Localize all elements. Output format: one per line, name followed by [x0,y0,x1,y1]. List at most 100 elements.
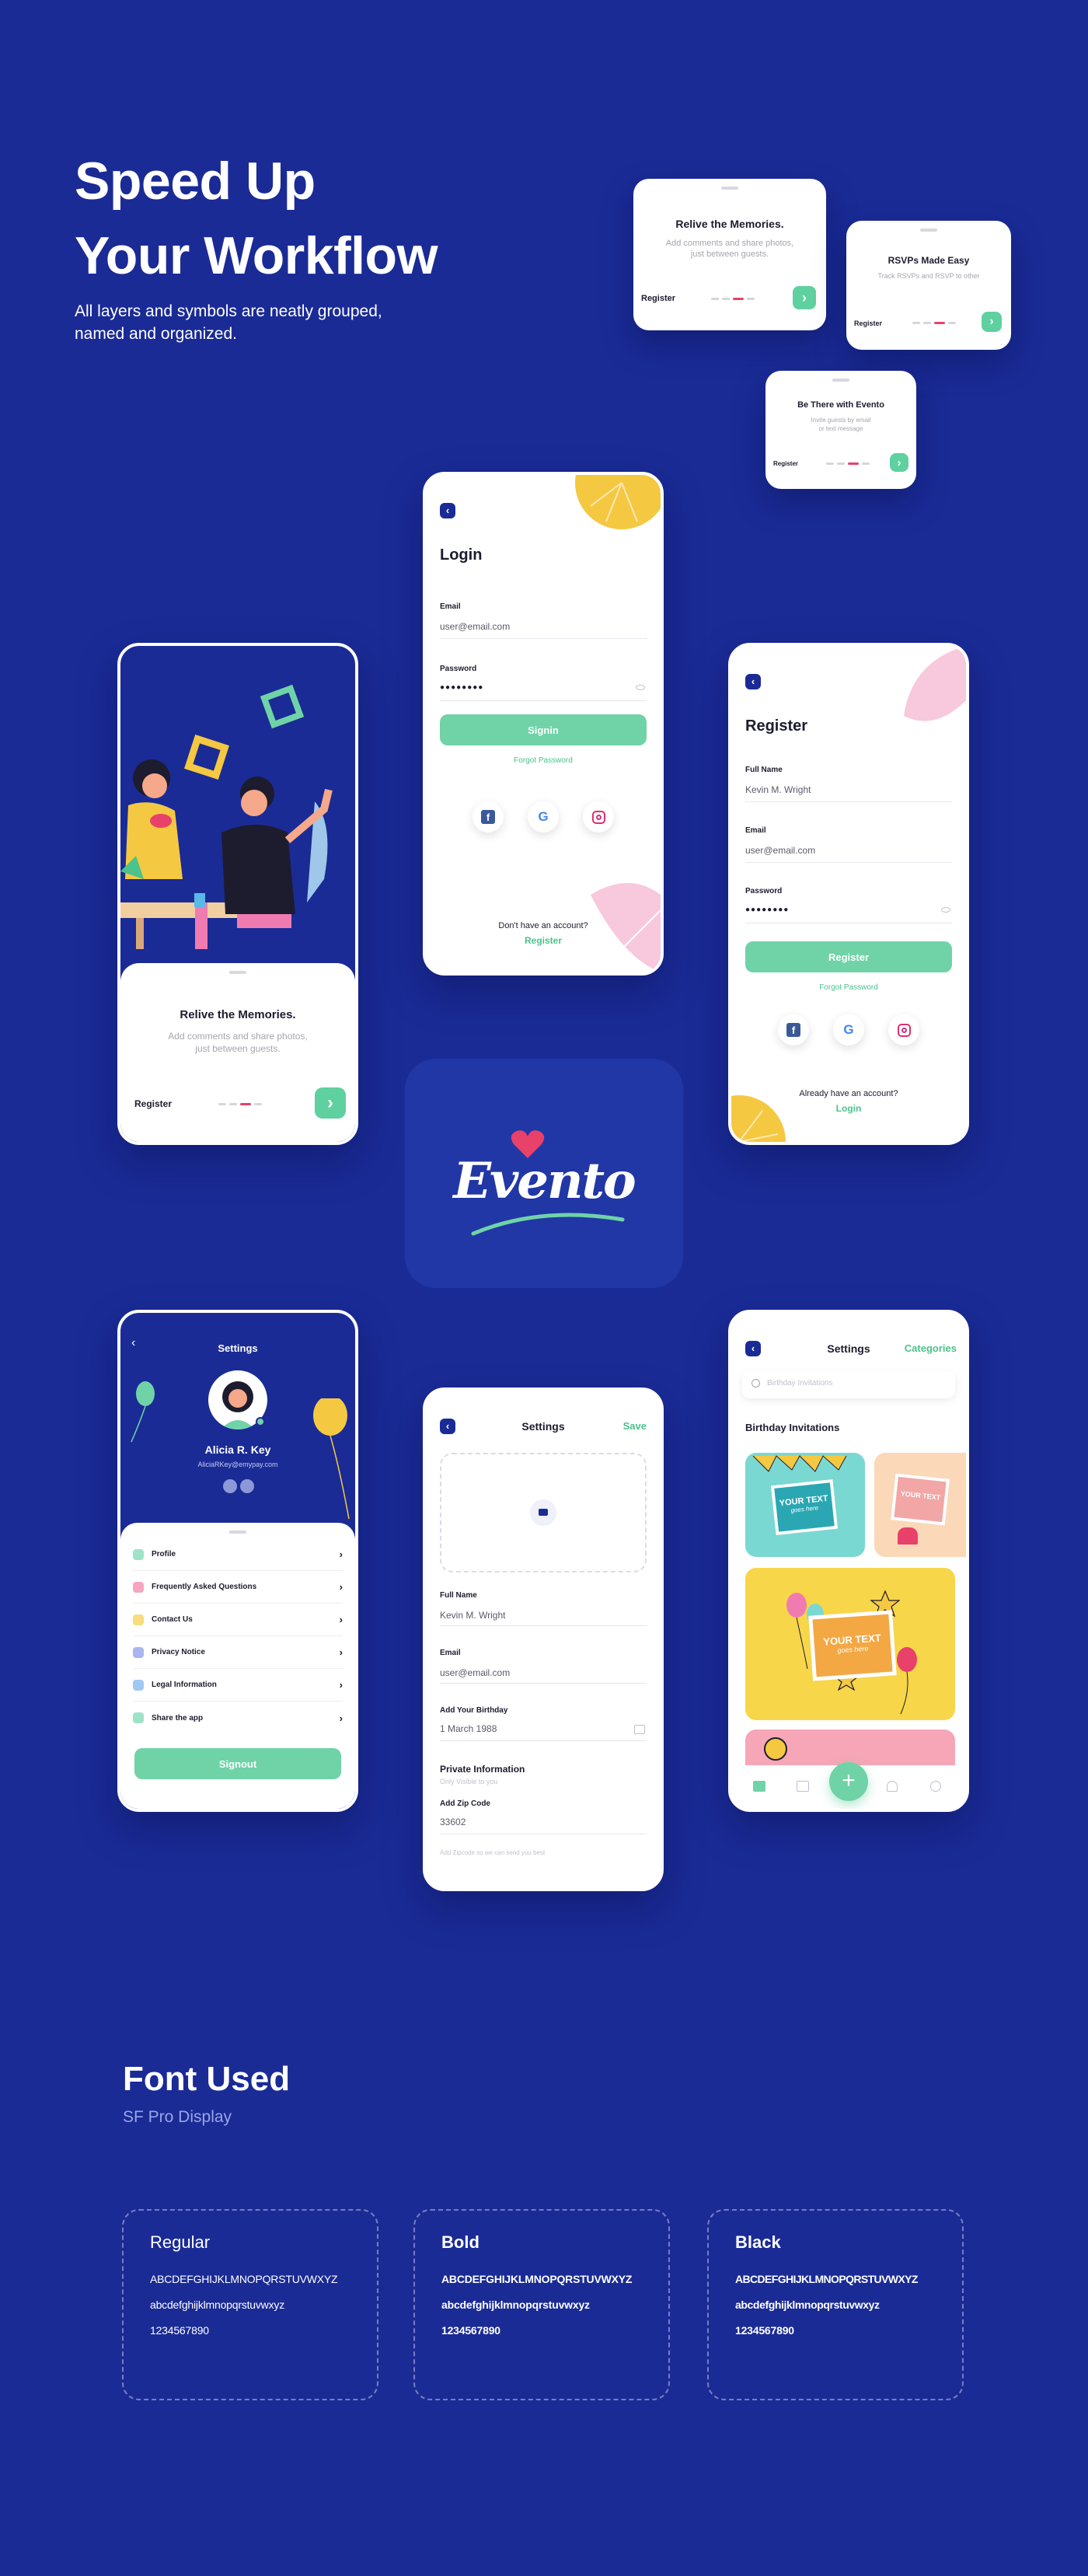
chevron-right-icon: › [339,1646,343,1658]
menu-item-share[interactable]: Share the app › [133,1702,343,1734]
google-button[interactable]: G [528,801,559,832]
fonts-heading: Font Used [123,2060,291,2098]
google-button[interactable]: G [833,1014,864,1045]
facebook-icon[interactable] [240,1479,254,1493]
login-phone: ‹ Login Email user@email.com Password ●●… [423,472,664,976]
settings-profile-phone: ‹ Settings Alicia R. Key AliciaRKey@emyp… [117,1310,358,1812]
instagram-button[interactable] [583,801,614,832]
next-button[interactable]: › [315,1087,346,1119]
register-link[interactable]: Register [426,935,661,946]
hero-title: Speed Up Your Workflow [75,152,438,285]
drag-handle[interactable] [229,1531,246,1534]
page-dots [218,1103,262,1105]
menu-item-contact[interactable]: Contact Us › [133,1604,343,1636]
tab-home-icon[interactable] [753,1781,765,1792]
profile-icon [133,1548,144,1560]
intro-sheet: Relive the Memories. Add comments and sh… [120,963,355,1142]
password-field[interactable]: ●●●●●●●● [440,683,483,692]
settings-menu-sheet: Profile › Frequently Asked Questions › Con… [120,1523,355,1809]
register-link[interactable]: Register [773,460,798,467]
petal-decoration-icon [904,646,966,721]
full-name-field[interactable]: Kevin M. Wright [745,784,811,795]
chevron-right-icon: › [339,1581,343,1593]
zip-code-field[interactable]: 33602 [440,1817,466,1827]
password-field[interactable]: ●●●●●●●● [745,906,789,914]
forgot-password-link[interactable]: Forgot Password [731,983,966,992]
fonts-family: SF Pro Display [123,2108,232,2126]
bottom-tab-bar: + [731,1762,966,1809]
drag-handle[interactable] [229,971,246,974]
drag-handle[interactable] [920,229,937,232]
email-field[interactable]: user@email.com [745,845,815,856]
tab-profile-icon[interactable] [930,1781,941,1792]
eye-icon[interactable] [941,907,950,913]
font-sample-regular: Regular ABCDEFGHIJKLMNOPQRSTUVWXYZ abcde… [122,2209,378,2400]
menu-item-legal[interactable]: Legal Information › [133,1669,343,1702]
menu-item-privacy[interactable]: Privacy Notice › [133,1636,343,1669]
email-field[interactable]: user@email.com [440,621,510,632]
search-icon [751,1379,760,1387]
register-link[interactable]: Register [854,319,882,327]
search-input[interactable]: Birthday Invitations [742,1370,955,1398]
font-sample-bold: Bold ABCDEFGHIJKLMNOPQRSTUVWXYZ abcdefgh… [413,2209,670,2400]
back-button[interactable]: ‹ [745,674,761,689]
forgot-password-link[interactable]: Forgot Password [426,756,661,765]
register-button[interactable]: Register [745,941,952,972]
invitation-card[interactable]: YOUR TEXT [874,1453,966,1557]
drag-handle[interactable] [721,187,738,190]
chevron-right-icon: › [339,1712,343,1724]
chevron-right-icon: › [339,1614,343,1625]
eye-icon[interactable] [636,685,645,690]
share-icon [133,1712,144,1723]
settings-edit-phone: ‹ Settings Save Full Name Kevin M. Wrigh… [423,1387,664,1891]
full-name-field[interactable]: Kevin M. Wright [440,1610,505,1621]
signin-button[interactable]: Signin [440,714,647,745]
onboarding-card-memories: Relive the Memories. Add comments and sh… [633,179,826,330]
hero-subtitle: All layers and symbols are neatly groupe… [75,302,382,343]
camera-icon [539,1509,548,1516]
categories-link[interactable]: Categories [905,1342,957,1354]
back-button[interactable]: ‹ [440,503,455,518]
intro-phone: Relive the Memories. Add comments and sh… [117,643,358,1145]
categories-phone: ‹ Settings Categories Birthday Invitatio… [728,1310,969,1812]
signout-button[interactable]: Signout [134,1748,341,1779]
tab-calendar-icon[interactable] [797,1781,809,1792]
login-link[interactable]: Login [731,1103,966,1114]
birthday-field[interactable]: 1 March 1988 [440,1723,497,1734]
email-field[interactable]: user@email.com [440,1667,510,1678]
page-dots [912,322,956,324]
invitation-card-featured[interactable]: YOUR TEXT goes here [745,1568,955,1720]
next-button[interactable]: › [982,312,1002,332]
next-button[interactable]: › [890,453,908,472]
facebook-button[interactable]: f [778,1014,809,1045]
legal-icon [133,1679,144,1691]
facebook-button[interactable]: f [473,801,504,832]
instagram-icon [897,1023,911,1037]
register-link[interactable]: Register [134,1098,172,1109]
add-event-button[interactable]: + [829,1762,868,1801]
onboarding-card-rsvps: RSVPs Made Easy Track RSVPs and RSVP to … [846,221,1011,350]
page-dots [826,462,870,465]
online-indicator [256,1417,265,1426]
invitation-card[interactable]: YOUR TEXT goes here [745,1453,865,1557]
evento-app-logo: Evento [405,1059,683,1288]
page-dots [711,298,755,300]
camera-button[interactable] [530,1499,556,1526]
bunting-decoration [752,1455,847,1472]
save-button[interactable]: Save [623,1420,647,1432]
register-link[interactable]: Register [641,294,675,303]
profile-name: Alicia R. Key [204,1443,271,1456]
photo-upload-area[interactable] [440,1453,647,1572]
next-button[interactable]: › [793,286,816,309]
privacy-icon [133,1646,144,1658]
menu-item-profile[interactable]: Profile › [133,1538,343,1571]
calendar-icon[interactable] [634,1725,645,1734]
drag-handle[interactable] [832,379,849,382]
balloon-blue-icon [131,1381,155,1443]
twitter-icon[interactable] [223,1479,237,1493]
chevron-right-icon: › [339,1548,343,1560]
register-phone: ‹ Register Full Name Kevin M. Wright Ema… [728,643,969,1145]
tab-notification-icon[interactable] [887,1781,898,1792]
menu-item-faq[interactable]: Frequently Asked Questions › [133,1571,343,1604]
instagram-button[interactable] [888,1014,919,1045]
